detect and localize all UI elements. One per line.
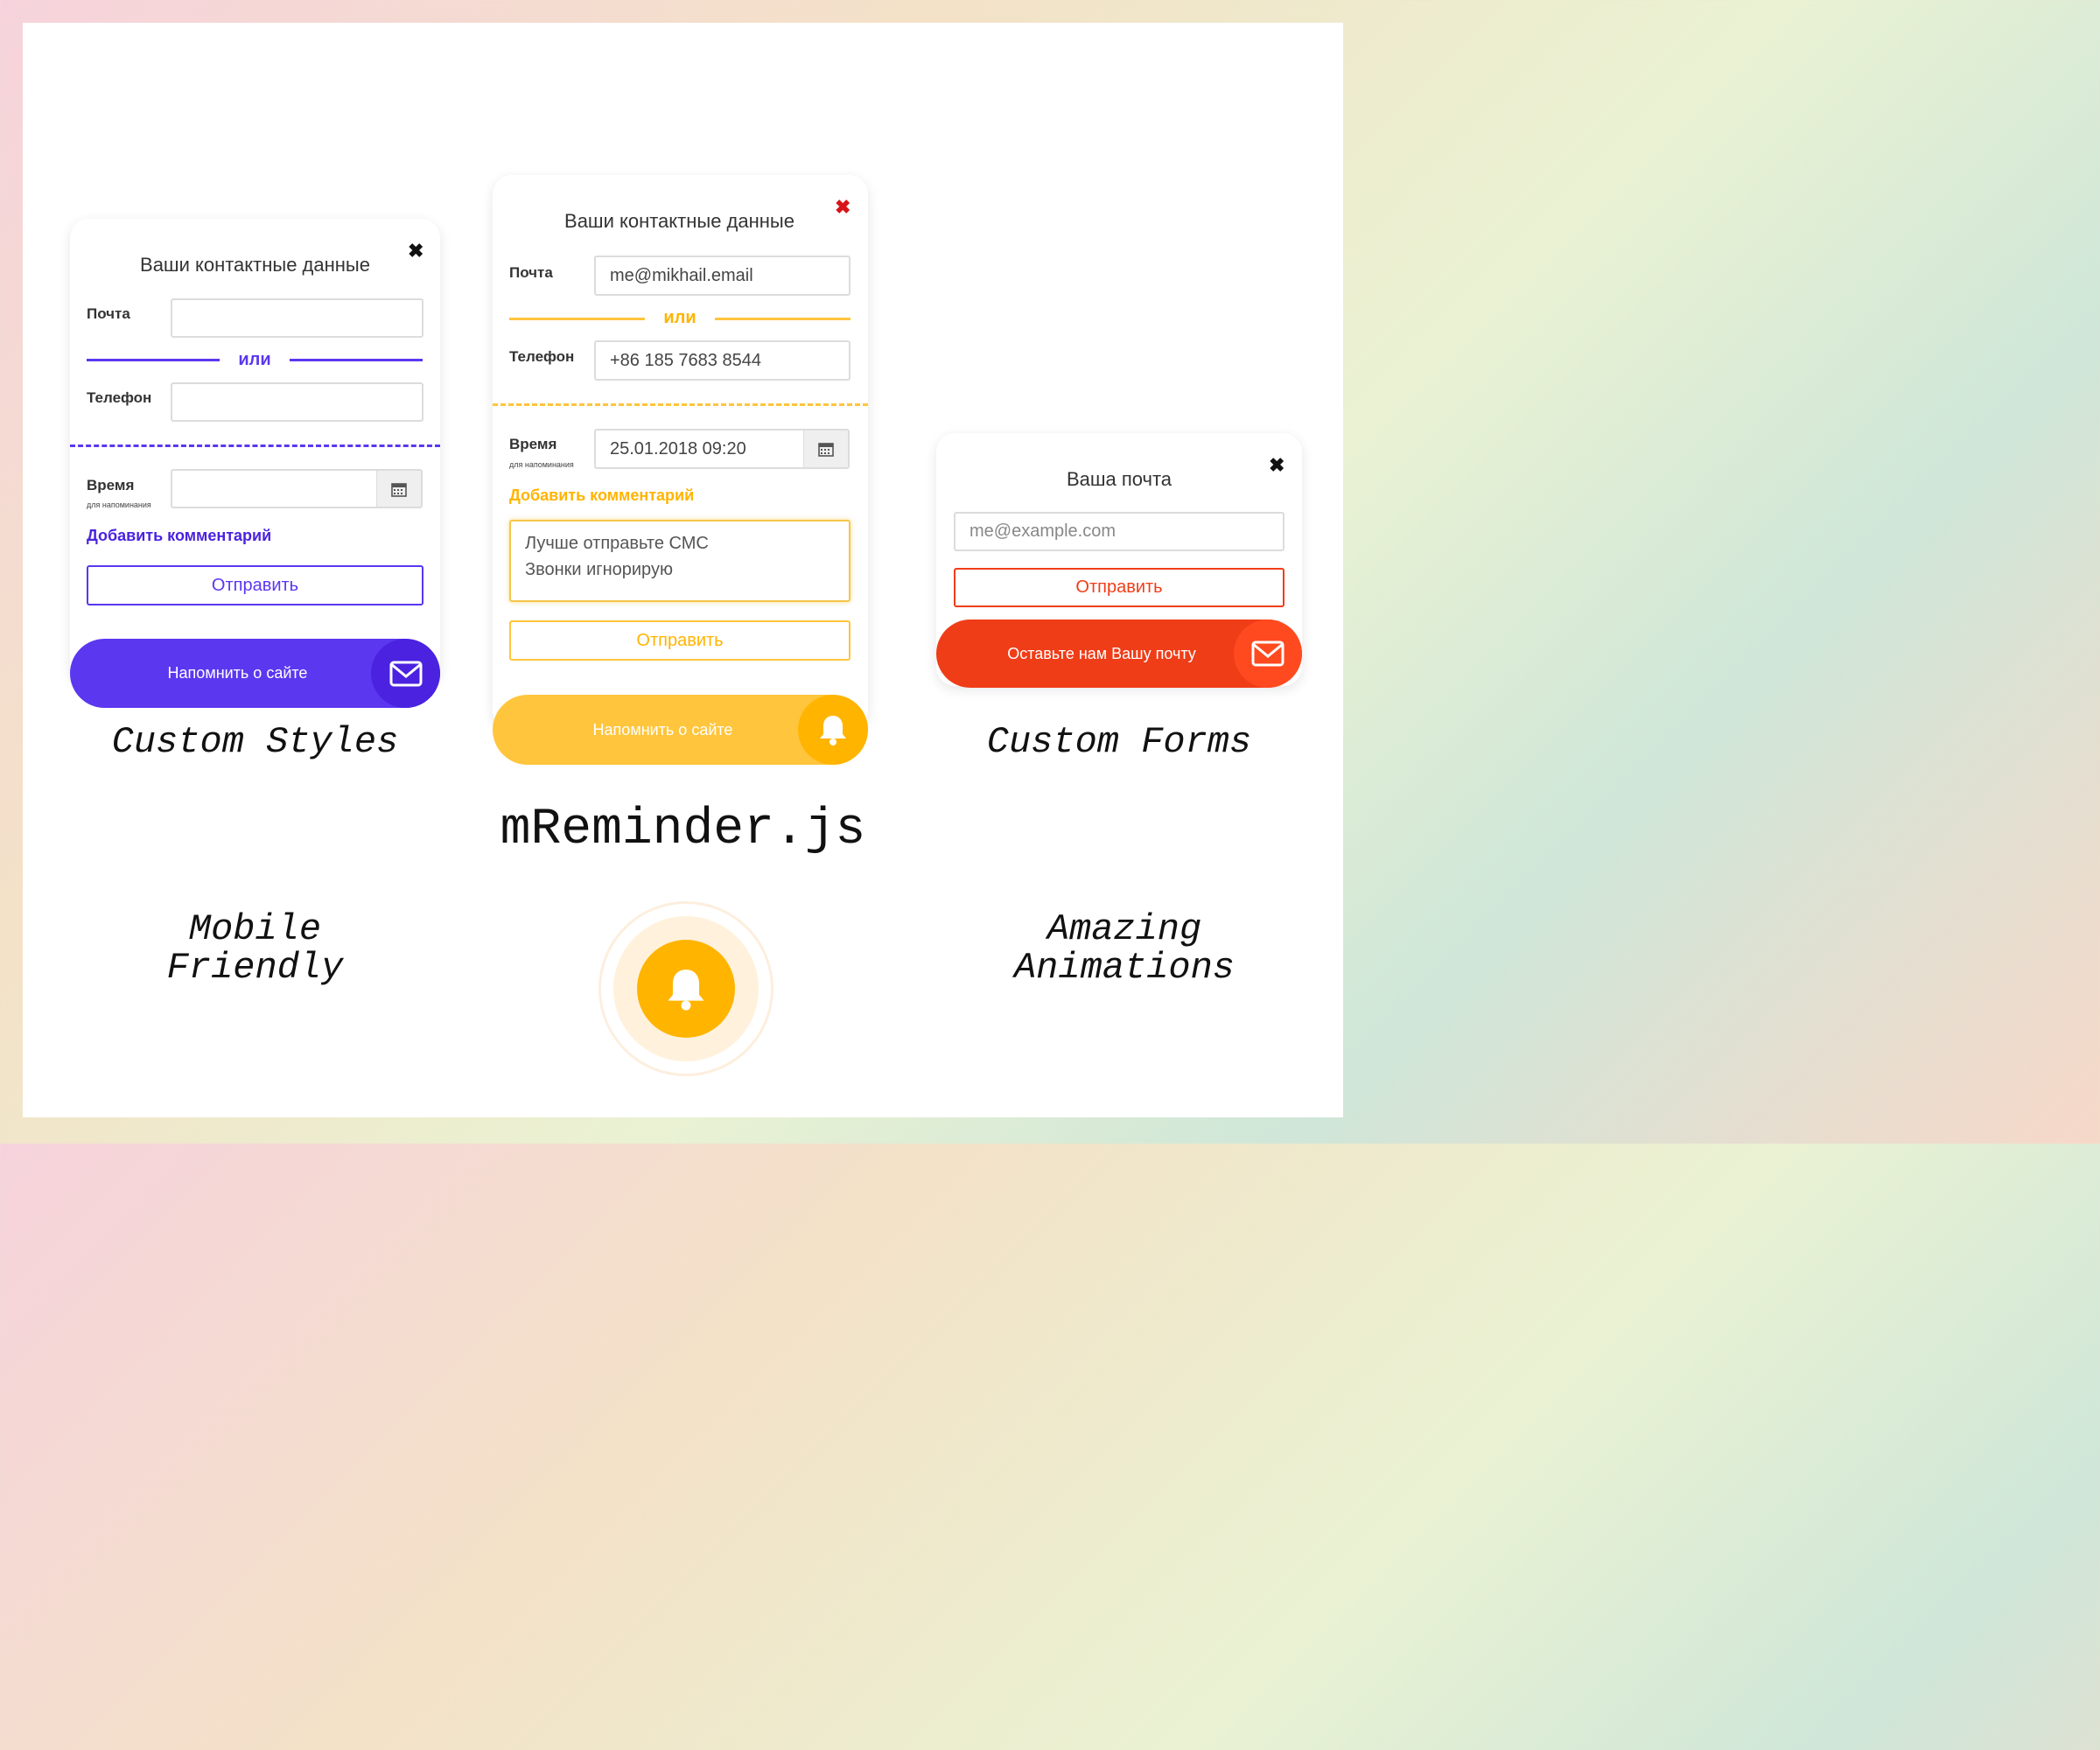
remind-icon-circle xyxy=(371,639,440,708)
or-text: или xyxy=(238,350,271,369)
comment-textarea[interactable]: Лучше отправьте СМС Звонки игнорирую xyxy=(509,520,850,602)
remind-button[interactable]: Напомнить о сайте xyxy=(493,695,868,765)
phone-label: Телефон xyxy=(509,348,575,365)
phone-field[interactable] xyxy=(171,382,424,422)
caption-line: Friendly xyxy=(166,947,344,989)
email-label: Почта xyxy=(509,264,553,281)
email-field[interactable] xyxy=(171,298,424,338)
envelope-icon xyxy=(1251,640,1284,667)
time-label: Время xyxy=(509,436,557,452)
email-field[interactable]: me@mikhail.email xyxy=(594,256,850,296)
time-label: Время xyxy=(87,477,135,494)
calendar-icon xyxy=(391,482,407,497)
or-divider-left xyxy=(87,359,220,361)
brand-title: mReminder.js xyxy=(500,802,866,858)
or-divider-left xyxy=(509,318,645,320)
caption-custom-forms: Custom Forms xyxy=(986,721,1252,763)
calendar-button[interactable] xyxy=(376,471,421,507)
floating-bell-button[interactable] xyxy=(637,940,735,1038)
purple-reminder-card: Ваши контактные данные ✖ Почта или Телеф… xyxy=(70,219,440,708)
remind-label: Напомнить о сайте xyxy=(167,664,308,682)
comment-line: Звонки игнорирую xyxy=(525,560,673,579)
email-field[interactable]: me@example.com xyxy=(954,512,1284,551)
or-text: или xyxy=(663,308,696,327)
time-value: 25.01.2018 09:20 xyxy=(610,438,746,458)
remind-label: Оставьте нам Вашу почту xyxy=(1007,644,1196,662)
add-comment-link[interactable]: Добавить комментарий xyxy=(87,527,271,545)
close-icon[interactable]: ✖ xyxy=(408,242,424,261)
caption-line: Mobile xyxy=(188,908,322,950)
red-email-card: Ваша почта ✖ me@example.com Отправить Ос… xyxy=(936,433,1302,688)
remind-label: Напомнить о сайте xyxy=(592,720,733,738)
bell-icon xyxy=(820,716,846,746)
section-divider xyxy=(493,403,868,406)
time-sublabel: для напоминания xyxy=(87,500,151,509)
time-field[interactable]: 25.01.2018 09:20 xyxy=(594,429,850,469)
or-divider-right xyxy=(715,318,850,320)
caption-mobile-friendly: Mobile Friendly xyxy=(70,910,440,987)
email-label: Почта xyxy=(87,305,130,322)
submit-button[interactable]: Отправить xyxy=(87,565,424,606)
card-title: Ваша почта xyxy=(1066,468,1172,490)
remind-icon-circle xyxy=(798,695,868,765)
remind-icon-circle xyxy=(1234,620,1302,688)
envelope-icon xyxy=(389,661,422,686)
phone-label: Телефон xyxy=(87,389,152,406)
calendar-icon xyxy=(818,443,834,457)
close-icon[interactable]: ✖ xyxy=(835,198,850,217)
time-sublabel: для напоминания xyxy=(509,460,574,469)
add-comment-link[interactable]: Добавить комментарий xyxy=(509,486,694,505)
yellow-reminder-card: Ваши контактные данные ✖ Почта me@mikhai… xyxy=(493,175,868,765)
showcase-page: Ваши контактные данные ✖ Почта или Телеф… xyxy=(23,23,1343,1117)
card-title: Ваши контактные данные xyxy=(564,210,794,232)
comment-line: Лучше отправьте СМС xyxy=(525,534,709,553)
section-divider xyxy=(70,444,440,447)
card-title: Ваши контактные данные xyxy=(140,254,370,276)
submit-button[interactable]: Отправить xyxy=(509,620,850,661)
remind-button[interactable]: Напомнить о сайте xyxy=(70,639,440,708)
remind-button[interactable]: Оставьте нам Вашу почту xyxy=(936,620,1302,688)
time-field[interactable] xyxy=(171,469,423,508)
calendar-button[interactable] xyxy=(803,430,848,467)
caption-line: Animations xyxy=(1013,947,1236,989)
caption-custom-styles: Custom Styles xyxy=(111,721,399,763)
phone-field[interactable]: +86 185 7683 8544 xyxy=(594,340,850,381)
bell-icon xyxy=(668,970,704,1011)
caption-line: Amazing xyxy=(1046,908,1202,950)
close-icon[interactable]: ✖ xyxy=(1269,456,1284,475)
submit-button[interactable]: Отправить xyxy=(954,568,1284,607)
or-divider-right xyxy=(290,359,423,361)
caption-amazing-animations: Amazing Animations xyxy=(936,910,1312,987)
